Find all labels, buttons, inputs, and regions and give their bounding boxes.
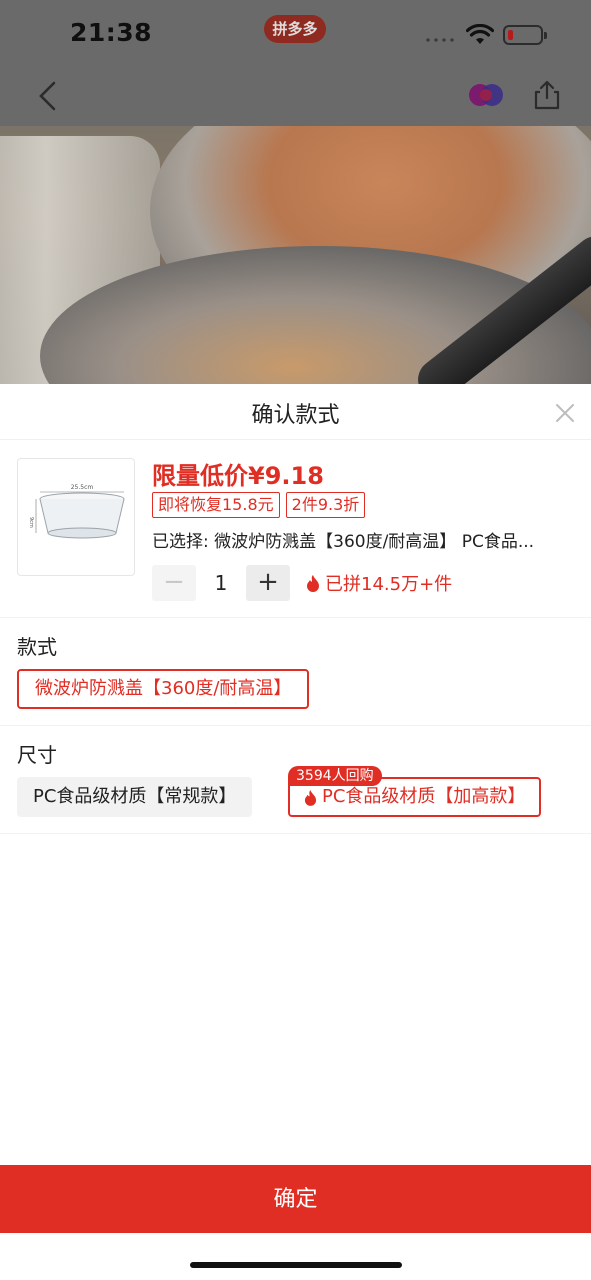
sold-count-text: 已拼14.5万+件 bbox=[325, 574, 453, 595]
quantity-stepper: − 1 + 已拼14.5万+件 bbox=[152, 565, 452, 601]
product-lid-image: 25.5cm 9cm bbox=[28, 484, 125, 539]
flame-icon bbox=[307, 575, 319, 592]
brand-logo-icon[interactable] bbox=[468, 82, 504, 108]
wifi-icon bbox=[466, 24, 494, 44]
size-section-title: 尺寸 bbox=[17, 743, 57, 767]
share-icon[interactable] bbox=[532, 79, 562, 111]
status-bar: 21:38 拼多多 bbox=[0, 0, 591, 70]
flame-icon bbox=[304, 789, 317, 806]
promo-tag-restore: 即将恢复15.8元 bbox=[152, 492, 280, 518]
status-time: 21:38 bbox=[70, 18, 153, 47]
sheet-header: 确认款式 bbox=[0, 384, 591, 440]
divider bbox=[0, 833, 591, 834]
selected-variant-text: 已选择: 微波炉防溅盖【360度/耐高温】 PC食品... bbox=[152, 532, 535, 552]
style-option-selected[interactable]: 微波炉防溅盖【360度/耐高温】 bbox=[17, 669, 310, 709]
size-option-regular[interactable]: PC食品级材质【常规款】 bbox=[17, 777, 253, 817]
sheet-title: 确认款式 bbox=[251, 403, 340, 428]
product-thumbnail: 25.5cm 9cm bbox=[17, 458, 135, 576]
confirm-button[interactable]: 确定 bbox=[0, 1165, 591, 1233]
product-background: 21:38 拼多多 bbox=[0, 0, 591, 384]
back-arrow-icon[interactable] bbox=[34, 80, 62, 112]
quantity-value[interactable]: 1 bbox=[196, 571, 246, 595]
increase-quantity-button[interactable]: + bbox=[246, 565, 290, 601]
product-price: 限量低价¥9.18 bbox=[152, 462, 324, 490]
app-indicator-pill: 拼多多 bbox=[264, 15, 326, 43]
repurchase-badge: 3594人回购 bbox=[288, 766, 382, 786]
close-icon[interactable] bbox=[554, 402, 576, 424]
thumb-dim-width: 25.5cm bbox=[71, 484, 94, 491]
style-section-title: 款式 bbox=[17, 635, 57, 659]
divider bbox=[0, 617, 591, 618]
home-indicator bbox=[190, 1262, 402, 1268]
promo-tag-discount: 2件9.3折 bbox=[285, 492, 366, 518]
product-photo bbox=[0, 126, 591, 384]
promo-tags: 即将恢复15.8元 2件9.3折 bbox=[152, 492, 366, 518]
battery-icon bbox=[503, 25, 547, 45]
thumb-dim-height: 9cm bbox=[28, 517, 34, 528]
decrease-quantity-button[interactable]: − bbox=[152, 565, 196, 601]
sold-count: 已拼14.5万+件 bbox=[306, 570, 452, 596]
signal-icon bbox=[424, 38, 458, 42]
divider bbox=[0, 725, 591, 726]
